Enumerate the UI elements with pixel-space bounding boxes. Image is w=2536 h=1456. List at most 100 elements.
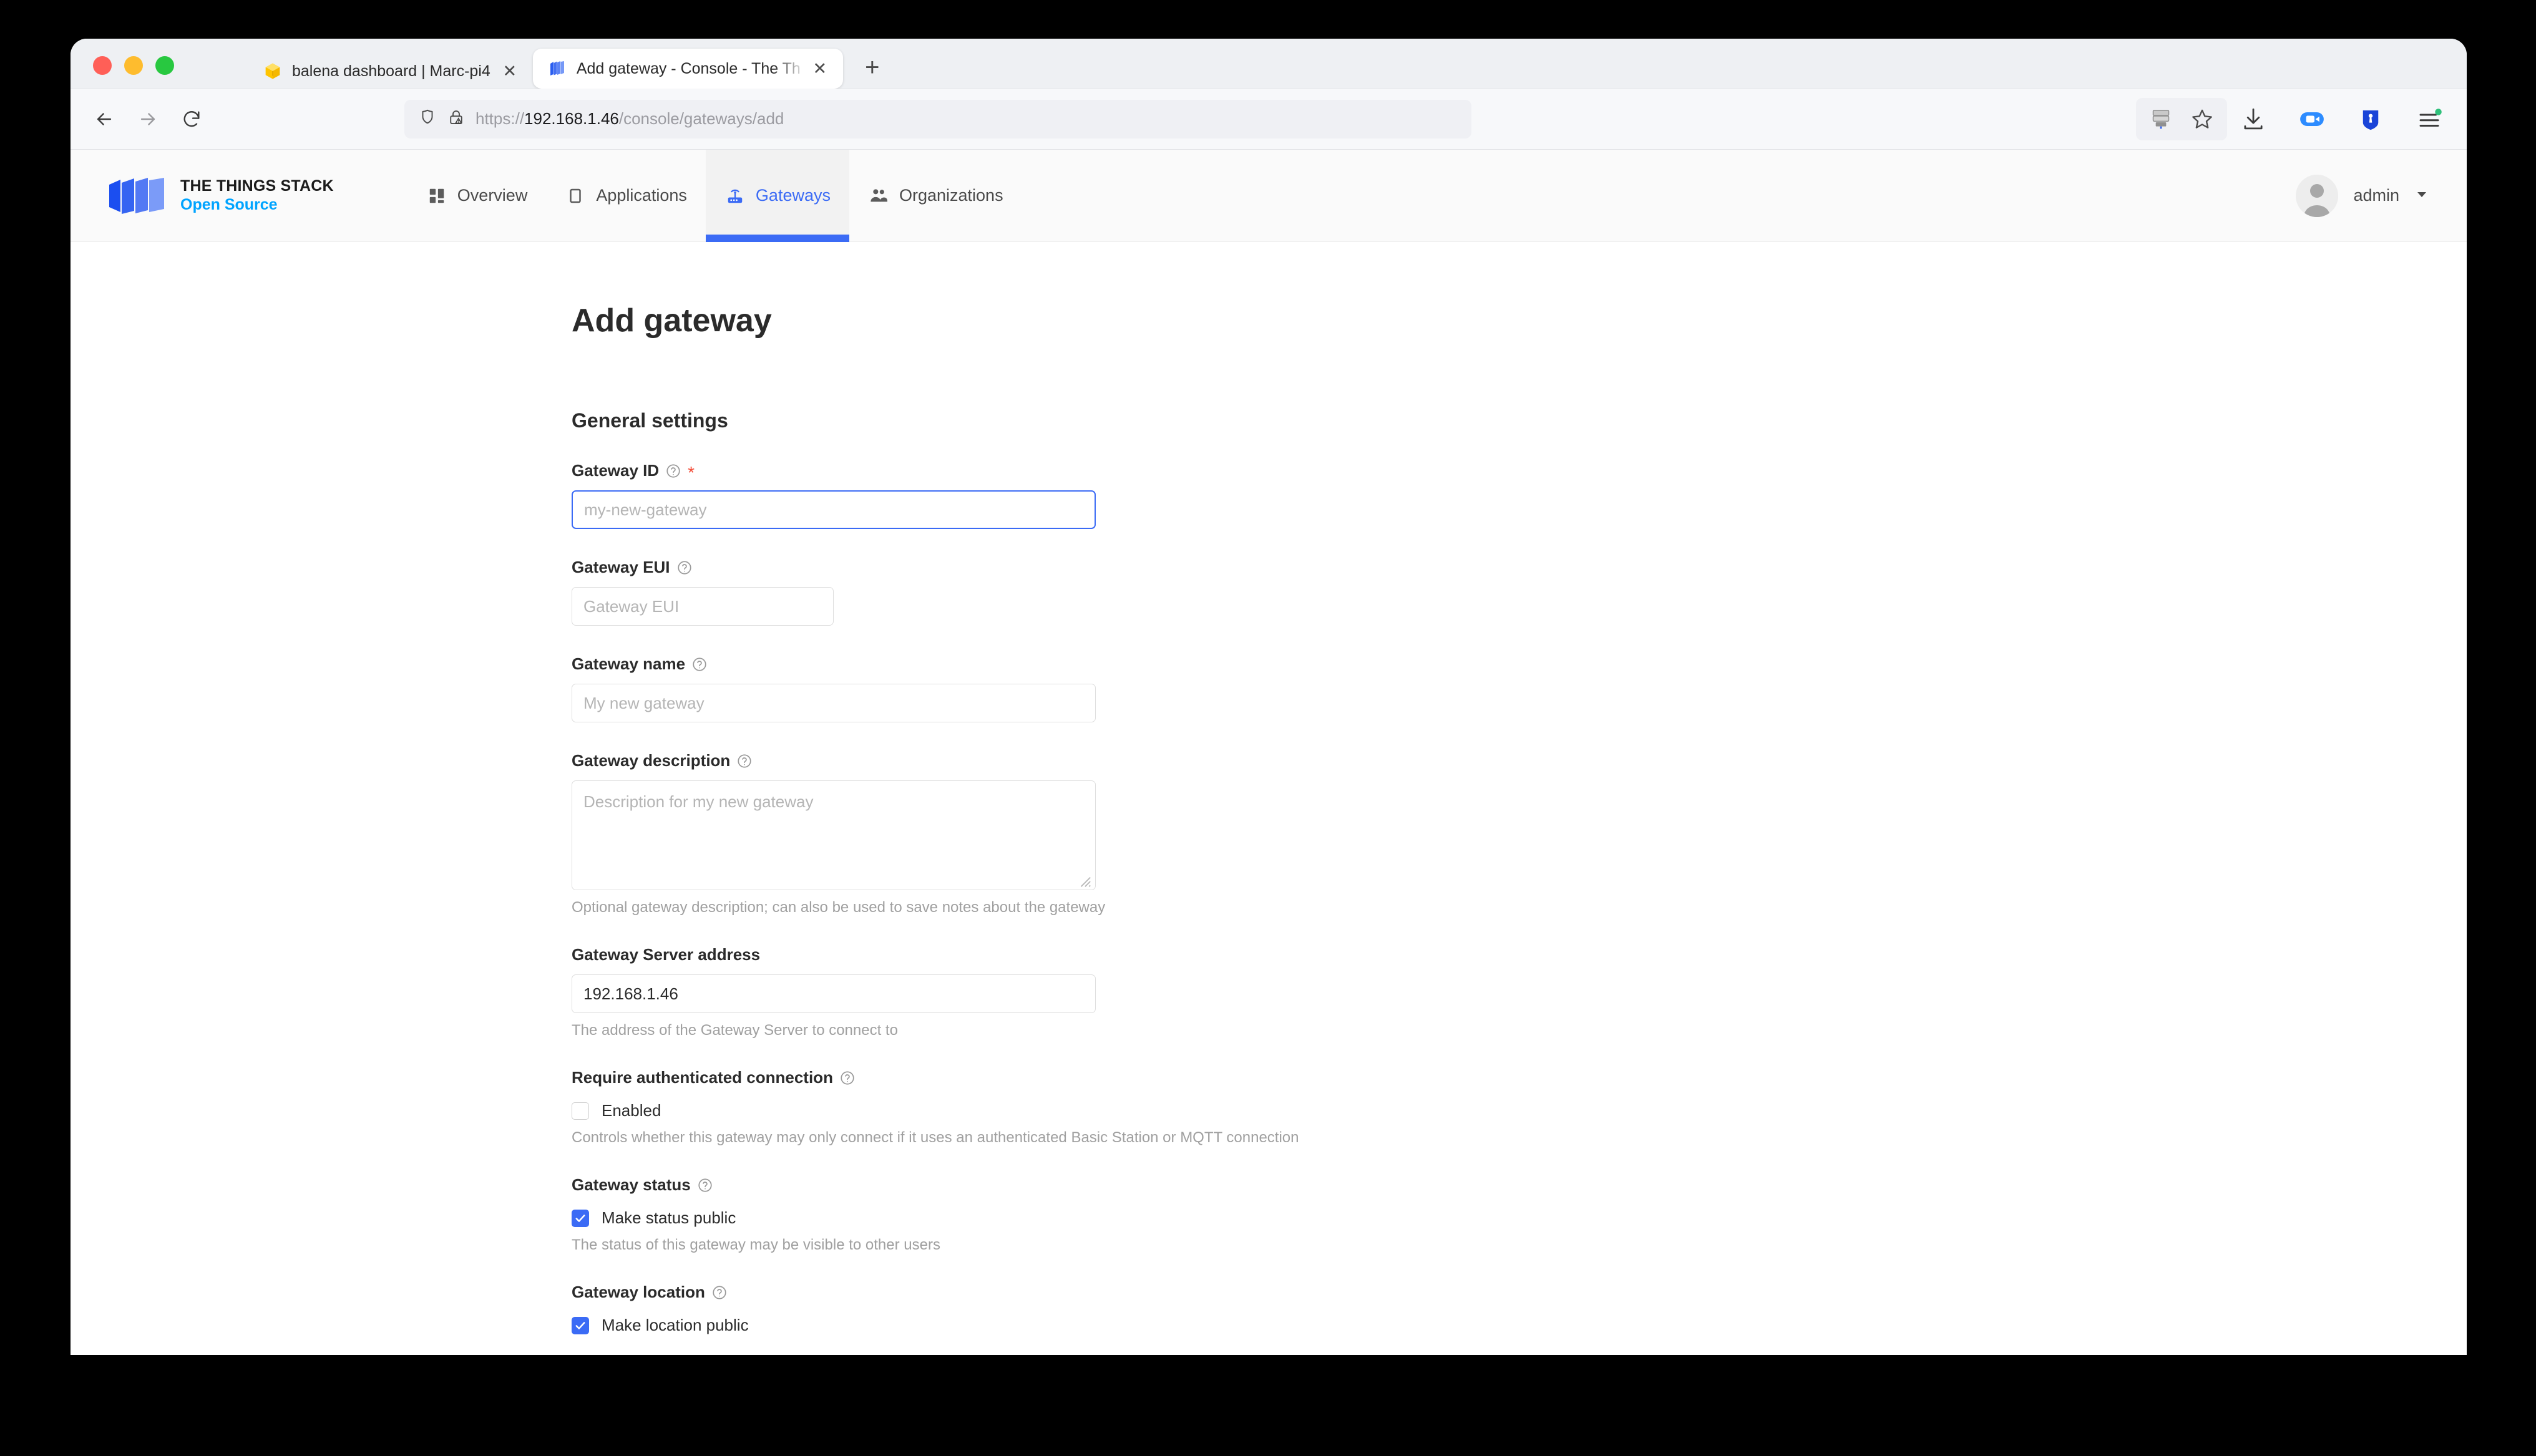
help-icon[interactable]	[736, 753, 753, 769]
make-status-public-checkbox[interactable]	[572, 1209, 589, 1227]
help-icon[interactable]	[676, 560, 693, 576]
gateway-id-input[interactable]: my-new-gateway	[572, 490, 1096, 529]
field-label: Gateway location	[572, 1283, 705, 1301]
gateway-name-input[interactable]: My new gateway	[572, 684, 1096, 722]
extensions-menu-icon[interactable]	[2413, 103, 2446, 135]
field-gateway-description: Gateway description Description for my n…	[572, 751, 1944, 916]
app-header: THE THINGS STACK Open Source Overview Ap…	[71, 149, 2467, 242]
avatar	[2296, 174, 2339, 217]
field-helper-text: Optional gateway description; can also b…	[572, 899, 1106, 916]
nav-item-label: Applications	[596, 186, 687, 205]
things-stack-logo-icon	[108, 176, 167, 216]
input-placeholder: Gateway EUI	[583, 596, 680, 616]
gateway-eui-input[interactable]: Gateway EUI	[572, 587, 834, 626]
things-stack-icon	[547, 58, 568, 79]
browser-action-icons	[2237, 103, 2446, 135]
page-title: Add gateway	[572, 303, 772, 339]
checkbox-row-enabled[interactable]: Enabled	[572, 1101, 1944, 1120]
url-text: https://192.168.1.46/console/gateways/ad…	[476, 109, 784, 128]
app-logo-subtitle: Open Source	[180, 195, 278, 213]
field-label: Gateway status	[572, 1175, 691, 1194]
field-gateway-eui: Gateway EUI Gateway EUI	[572, 558, 1944, 626]
enabled-checkbox[interactable]	[572, 1102, 589, 1120]
field-gateway-server-address: Gateway Server address 192.168.1.46 The …	[572, 945, 1944, 1039]
browser-tab-title: balena dashboard | Marc-pi4	[292, 62, 490, 80]
gateway-router-icon	[724, 185, 746, 206]
field-gateway-status: Gateway status Make status public The st…	[572, 1175, 1944, 1254]
gateway-server-address-input[interactable]: 192.168.1.46	[572, 974, 1096, 1013]
shield-icon[interactable]	[418, 108, 437, 130]
section-title: General settings	[572, 409, 728, 432]
user-menu[interactable]: admin	[2296, 174, 2429, 217]
minimize-window-button[interactable]	[124, 56, 143, 75]
browser-tabs: balena dashboard | Marc-pi4 ✕ Add gatewa…	[248, 39, 888, 89]
checkbox-row-make-location-public[interactable]: Make location public	[572, 1316, 1944, 1335]
back-button[interactable]	[87, 102, 122, 137]
field-label: Gateway Server address	[572, 945, 761, 964]
nav-item-applications[interactable]: Applications	[546, 150, 706, 242]
checkbox-label: Make location public	[602, 1316, 749, 1334]
field-require-authenticated-connection: Require authenticated connection Enabled	[572, 1068, 1944, 1147]
field-helper-text: The address of the Gateway Server to con…	[572, 1022, 898, 1039]
help-icon[interactable]	[665, 463, 681, 479]
field-gateway-id: Gateway ID * my-new-gateway	[572, 461, 1944, 529]
nav-item-label: Organizations	[899, 186, 1003, 205]
field-helper-text: The status of this gateway may be visibl…	[572, 1236, 940, 1253]
desktop-backdrop: balena dashboard | Marc-pi4 ✕ Add gatewa…	[0, 0, 2536, 1456]
input-placeholder: My new gateway	[583, 693, 705, 712]
required-indicator: *	[688, 462, 695, 482]
zoom-camera-icon[interactable]	[2296, 103, 2328, 135]
download-icon[interactable]	[2237, 103, 2270, 135]
forward-button[interactable]	[130, 102, 165, 137]
password-shield-icon[interactable]	[2354, 103, 2387, 135]
app-logo[interactable]: THE THINGS STACK Open Source	[108, 176, 334, 216]
field-label: Gateway ID	[572, 461, 660, 480]
input-placeholder: my-new-gateway	[584, 500, 707, 519]
close-window-button[interactable]	[93, 56, 112, 75]
new-tab-button[interactable]: +	[857, 52, 888, 83]
input-value: 192.168.1.46	[583, 984, 678, 1003]
field-label: Require authenticated connection	[572, 1068, 833, 1087]
nav-item-gateways[interactable]: Gateways	[705, 149, 850, 242]
field-label: Gateway description	[572, 751, 731, 770]
omnibox-action-icons	[2136, 97, 2227, 140]
help-icon[interactable]	[691, 656, 708, 672]
help-icon[interactable]	[839, 1070, 856, 1086]
main-navigation: Overview Applications Gateways Organizat…	[407, 149, 1022, 242]
page-content: Add gateway General settings Gateway ID	[71, 242, 2467, 1355]
grid-icon	[426, 185, 447, 206]
checkbox-label: Enabled	[602, 1101, 661, 1120]
reload-button[interactable]	[174, 102, 209, 137]
url-bar[interactable]: https://192.168.1.46/console/gateways/ad…	[404, 99, 1471, 138]
field-label: Gateway name	[572, 654, 686, 673]
bookmark-star-icon[interactable]	[2186, 103, 2218, 135]
checkbox-row-make-status-public[interactable]: Make status public	[572, 1208, 1944, 1228]
close-icon[interactable]: ✕	[499, 61, 520, 82]
maximize-window-button[interactable]	[155, 56, 174, 75]
browser-tab-add-gateway[interactable]: Add gateway - Console - The Th ✕	[532, 49, 843, 89]
chevron-down-icon[interactable]	[2414, 187, 2429, 205]
close-icon[interactable]: ✕	[809, 58, 831, 79]
browser-toolbar: https://192.168.1.46/console/gateways/ad…	[71, 89, 2467, 150]
make-location-public-checkbox[interactable]	[572, 1316, 589, 1334]
balena-cube-icon	[262, 61, 283, 82]
nav-item-organizations[interactable]: Organizations	[849, 150, 1022, 242]
help-icon[interactable]	[697, 1177, 713, 1193]
add-gateway-form: Add gateway General settings Gateway ID	[572, 242, 1944, 1335]
field-gateway-location: Gateway location Make location public	[572, 1283, 1944, 1335]
nav-item-overview[interactable]: Overview	[407, 150, 547, 242]
field-helper-text: Controls whether this gateway may only c…	[572, 1129, 1299, 1146]
app-logo-title: THE THINGS STACK	[180, 177, 334, 195]
browser-tab-balena[interactable]: balena dashboard | Marc-pi4 ✕	[248, 50, 533, 92]
field-gateway-name: Gateway name My new gateway	[572, 654, 1944, 722]
lock-warning-icon[interactable]	[447, 108, 466, 130]
nav-item-label: Gateways	[755, 186, 831, 205]
server-icon[interactable]	[2145, 103, 2177, 135]
application-icon	[565, 185, 586, 206]
resize-handle-icon[interactable]	[1078, 873, 1091, 887]
help-icon[interactable]	[711, 1284, 728, 1301]
gateway-description-textarea[interactable]: Description for my new gateway	[572, 780, 1096, 890]
input-placeholder: Description for my new gateway	[583, 792, 814, 811]
browser-tab-title: Add gateway - Console - The Th	[576, 59, 801, 77]
user-name: admin	[2353, 186, 2399, 205]
